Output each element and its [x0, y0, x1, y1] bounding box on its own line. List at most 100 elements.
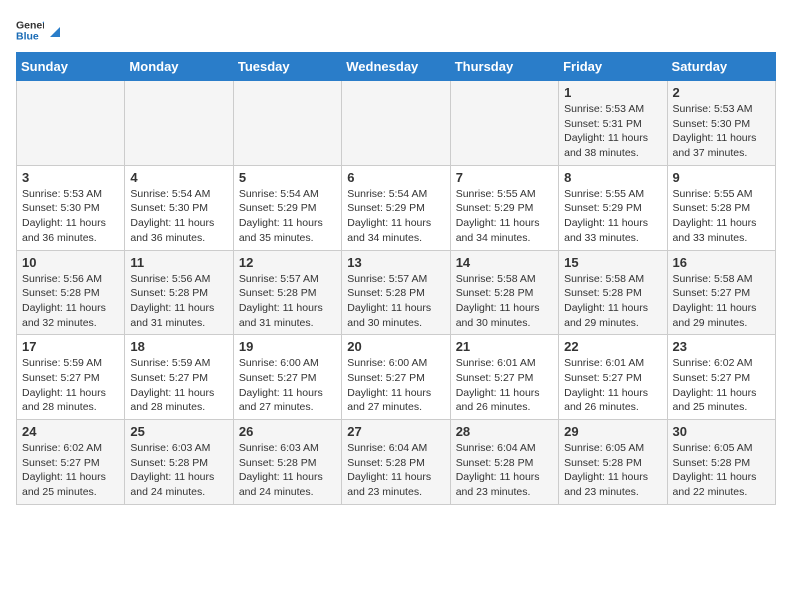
day-info: Sunrise: 6:02 AMSunset: 5:27 PMDaylight:… [22, 441, 119, 500]
calendar-day-cell: 27Sunrise: 6:04 AMSunset: 5:28 PMDayligh… [342, 420, 450, 505]
calendar-day-cell: 24 Sunrise: 6:02 AMSunset: 5:27 PMDayligh… [17, 420, 125, 505]
calendar-week-row: 24 Sunrise: 6:02 AMSunset: 5:27 PMDayligh… [17, 420, 776, 505]
day-number: 21 [456, 339, 553, 354]
day-info: Sunrise: 6:05 AMSunset: 5:28 PMDaylight:… [564, 441, 661, 500]
day-info: Sunrise: 5:53 AMSunset: 5:30 PMDaylight:… [22, 187, 119, 246]
calendar-day-cell [450, 81, 558, 166]
day-info: Sunrise: 6:03 AMSunset: 5:28 PMDaylight:… [130, 441, 227, 500]
day-info: Sunrise: 5:53 AMSunset: 5:31 PMDaylight:… [564, 102, 661, 161]
day-info: Sunrise: 6:03 AMSunset: 5:28 PMDaylight:… [239, 441, 336, 500]
calendar-day-cell: 7 Sunrise: 5:55 AMSunset: 5:29 PMDaylight… [450, 165, 558, 250]
day-number: 2 [673, 85, 770, 100]
calendar-day-header: Monday [125, 53, 233, 81]
calendar-day-header: Saturday [667, 53, 775, 81]
day-info: Sunrise: 6:04 AMSunset: 5:28 PMDaylight:… [456, 441, 553, 500]
day-info: Sunrise: 5:54 AMSunset: 5:30 PMDaylight:… [130, 187, 227, 246]
day-number: 19 [239, 339, 336, 354]
calendar-week-row: 3 Sunrise: 5:53 AMSunset: 5:30 PMDaylight… [17, 165, 776, 250]
day-info: Sunrise: 5:57 AMSunset: 5:28 PMDaylight:… [347, 272, 444, 331]
day-info: Sunrise: 5:54 AMSunset: 5:29 PMDaylight:… [347, 187, 444, 246]
day-number: 13 [347, 255, 444, 270]
calendar-day-cell: 8Sunrise: 5:55 AMSunset: 5:29 PMDaylight… [559, 165, 667, 250]
calendar-day-cell: 28 Sunrise: 6:04 AMSunset: 5:28 PMDayligh… [450, 420, 558, 505]
day-number: 22 [564, 339, 661, 354]
calendar-day-cell: 22 Sunrise: 6:01 AMSunset: 5:27 PMDayligh… [559, 335, 667, 420]
day-info: Sunrise: 6:01 AMSunset: 5:27 PMDaylight:… [456, 356, 553, 415]
calendar-day-header: Tuesday [233, 53, 341, 81]
day-number: 17 [22, 339, 119, 354]
calendar-day-cell [342, 81, 450, 166]
calendar-day-cell: 10Sunrise: 5:56 AMSunset: 5:28 PMDayligh… [17, 250, 125, 335]
day-number: 23 [673, 339, 770, 354]
day-number: 6 [347, 170, 444, 185]
logo-icon: General Blue [16, 16, 44, 44]
day-number: 24 [22, 424, 119, 439]
calendar-day-cell: 19 Sunrise: 6:00 AMSunset: 5:27 PMDayligh… [233, 335, 341, 420]
day-info: Sunrise: 6:04 AMSunset: 5:28 PMDaylight:… [347, 441, 444, 500]
calendar-table: SundayMondayTuesdayWednesdayThursdayFrid… [16, 52, 776, 505]
day-number: 7 [456, 170, 553, 185]
calendar-day-cell: 3 Sunrise: 5:53 AMSunset: 5:30 PMDaylight… [17, 165, 125, 250]
day-number: 18 [130, 339, 227, 354]
calendar-day-cell: 1 Sunrise: 5:53 AMSunset: 5:31 PMDaylight… [559, 81, 667, 166]
calendar-day-cell: 21 Sunrise: 6:01 AMSunset: 5:27 PMDayligh… [450, 335, 558, 420]
calendar-day-cell: 16 Sunrise: 5:58 AMSunset: 5:27 PMDayligh… [667, 250, 775, 335]
day-number: 1 [564, 85, 661, 100]
day-info: Sunrise: 6:00 AMSunset: 5:27 PMDaylight:… [239, 356, 336, 415]
calendar-day-cell: 26Sunrise: 6:03 AMSunset: 5:28 PMDayligh… [233, 420, 341, 505]
logo: General Blue [16, 16, 64, 44]
day-number: 25 [130, 424, 227, 439]
day-info: Sunrise: 5:55 AMSunset: 5:29 PMDaylight:… [564, 187, 661, 246]
day-info: Sunrise: 5:53 AMSunset: 5:30 PMDaylight:… [673, 102, 770, 161]
calendar-day-cell: 20 Sunrise: 6:00 AMSunset: 5:27 PMDayligh… [342, 335, 450, 420]
day-number: 29 [564, 424, 661, 439]
calendar-day-cell: 25 Sunrise: 6:03 AMSunset: 5:28 PMDayligh… [125, 420, 233, 505]
day-info: Sunrise: 5:54 AMSunset: 5:29 PMDaylight:… [239, 187, 336, 246]
calendar-day-cell: 15Sunrise: 5:58 AMSunset: 5:28 PMDayligh… [559, 250, 667, 335]
calendar-week-row: 10Sunrise: 5:56 AMSunset: 5:28 PMDayligh… [17, 250, 776, 335]
calendar-day-cell: 9 Sunrise: 5:55 AMSunset: 5:28 PMDaylight… [667, 165, 775, 250]
day-number: 16 [673, 255, 770, 270]
day-info: Sunrise: 6:01 AMSunset: 5:27 PMDaylight:… [564, 356, 661, 415]
calendar-week-row: 1 Sunrise: 5:53 AMSunset: 5:31 PMDaylight… [17, 81, 776, 166]
day-info: Sunrise: 5:56 AMSunset: 5:28 PMDaylight:… [130, 272, 227, 331]
calendar-header-row: SundayMondayTuesdayWednesdayThursdayFrid… [17, 53, 776, 81]
day-number: 15 [564, 255, 661, 270]
day-info: Sunrise: 5:58 AMSunset: 5:27 PMDaylight:… [673, 272, 770, 331]
calendar-day-cell [17, 81, 125, 166]
day-info: Sunrise: 5:57 AMSunset: 5:28 PMDaylight:… [239, 272, 336, 331]
day-number: 28 [456, 424, 553, 439]
calendar-day-cell: 13 Sunrise: 5:57 AMSunset: 5:28 PMDayligh… [342, 250, 450, 335]
day-number: 20 [347, 339, 444, 354]
day-info: Sunrise: 6:02 AMSunset: 5:27 PMDaylight:… [673, 356, 770, 415]
calendar-day-header: Sunday [17, 53, 125, 81]
calendar-day-cell: 17 Sunrise: 5:59 AMSunset: 5:27 PMDayligh… [17, 335, 125, 420]
svg-text:Blue: Blue [16, 31, 39, 43]
day-info: Sunrise: 5:55 AMSunset: 5:29 PMDaylight:… [456, 187, 553, 246]
calendar-day-cell: 14 Sunrise: 5:58 AMSunset: 5:28 PMDayligh… [450, 250, 558, 335]
calendar-day-cell [125, 81, 233, 166]
calendar-day-cell: 5 Sunrise: 5:54 AMSunset: 5:29 PMDaylight… [233, 165, 341, 250]
day-info: Sunrise: 5:58 AMSunset: 5:28 PMDaylight:… [456, 272, 553, 331]
calendar-day-header: Wednesday [342, 53, 450, 81]
day-info: Sunrise: 5:55 AMSunset: 5:28 PMDaylight:… [673, 187, 770, 246]
calendar-day-cell [233, 81, 341, 166]
calendar-day-cell: 4 Sunrise: 5:54 AMSunset: 5:30 PMDaylight… [125, 165, 233, 250]
calendar-week-row: 17 Sunrise: 5:59 AMSunset: 5:27 PMDayligh… [17, 335, 776, 420]
day-number: 14 [456, 255, 553, 270]
logo-triangle-icon [46, 23, 64, 41]
calendar-day-cell: 11Sunrise: 5:56 AMSunset: 5:28 PMDayligh… [125, 250, 233, 335]
day-info: Sunrise: 5:59 AMSunset: 5:27 PMDaylight:… [22, 356, 119, 415]
day-info: Sunrise: 5:59 AMSunset: 5:27 PMDaylight:… [130, 356, 227, 415]
day-number: 5 [239, 170, 336, 185]
calendar-day-cell: 29 Sunrise: 6:05 AMSunset: 5:28 PMDayligh… [559, 420, 667, 505]
day-number: 9 [673, 170, 770, 185]
day-info: Sunrise: 6:00 AMSunset: 5:27 PMDaylight:… [347, 356, 444, 415]
day-number: 3 [22, 170, 119, 185]
day-number: 4 [130, 170, 227, 185]
calendar-day-header: Thursday [450, 53, 558, 81]
calendar-day-cell: 18 Sunrise: 5:59 AMSunset: 5:27 PMDayligh… [125, 335, 233, 420]
calendar-day-cell: 2 Sunrise: 5:53 AMSunset: 5:30 PMDaylight… [667, 81, 775, 166]
calendar-day-cell: 30Sunrise: 6:05 AMSunset: 5:28 PMDayligh… [667, 420, 775, 505]
day-number: 30 [673, 424, 770, 439]
